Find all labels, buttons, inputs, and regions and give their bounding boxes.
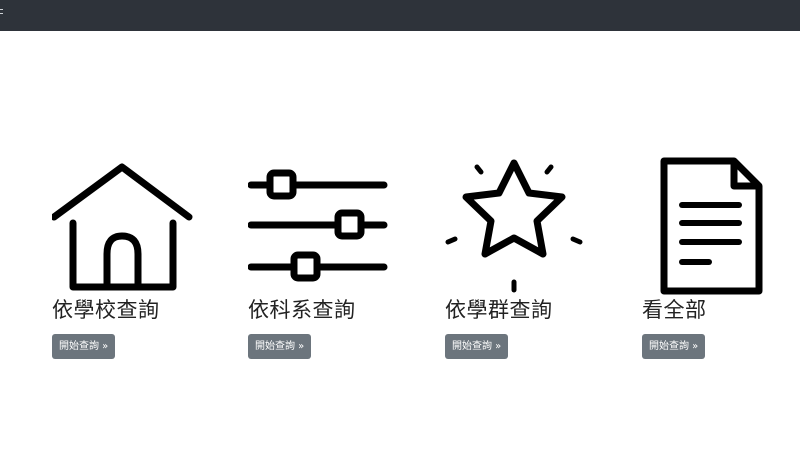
- card-title: 看全部: [642, 298, 707, 322]
- star-icon: [445, 150, 595, 300]
- card-search-by-department: 依科系查詢 開始查詢 »: [247, 150, 428, 370]
- start-search-button[interactable]: 開始查詢 »: [248, 334, 312, 359]
- house-icon: [50, 150, 202, 300]
- card-title: 依學群查詢: [445, 298, 553, 322]
- card-title: 依科系查詢: [248, 298, 356, 322]
- sliders-icon: [247, 150, 398, 300]
- card-search-by-school: 依學校查詢 開始查詢 »: [50, 150, 232, 370]
- card-search-by-group: 依學群查詢 開始查詢 »: [445, 150, 625, 370]
- card-title: 依學校查詢: [52, 298, 160, 322]
- start-search-button[interactable]: 開始查詢 »: [445, 334, 509, 359]
- start-search-button[interactable]: 開始查詢 »: [642, 334, 706, 359]
- document-icon: [642, 150, 792, 300]
- start-search-button[interactable]: 開始查詢 »: [52, 334, 116, 359]
- top-navbar: [0, 0, 800, 31]
- menu-icon[interactable]: [0, 9, 3, 20]
- card-view-all: 看全部 開始查詢 »: [642, 150, 800, 370]
